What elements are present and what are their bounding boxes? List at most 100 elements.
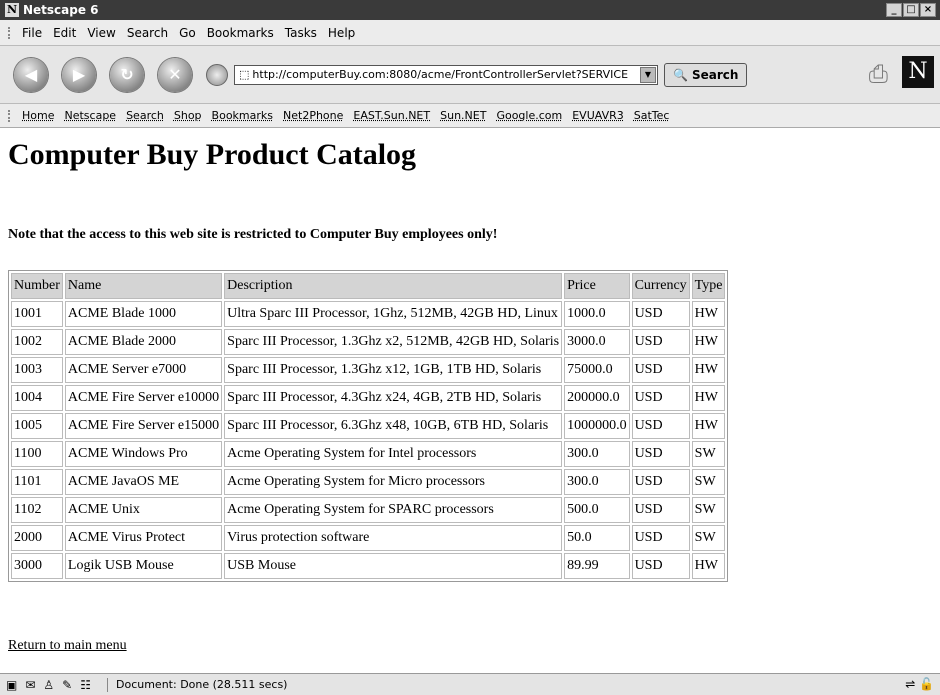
menu-bookmarks[interactable]: Bookmarks	[207, 26, 274, 40]
product-table: Number Name Description Price Currency T…	[8, 270, 729, 582]
maximize-button[interactable]: □	[903, 3, 919, 17]
table-row: 1101 ACME JavaOS ME Acme Operating System …	[11, 469, 726, 495]
cell-price: 3000.0	[564, 329, 630, 355]
cell-type: SW	[691, 441, 726, 467]
cell-currency: USD	[631, 357, 690, 383]
search-button-label: Search	[691, 67, 739, 82]
cell-currency: USD	[631, 301, 690, 327]
cell-type: SW	[691, 497, 726, 523]
access-note: Note that the access to this web site is…	[8, 227, 498, 242]
bookmark-search[interactable]: Search	[126, 109, 164, 122]
cell-currency: USD	[631, 441, 690, 467]
cell-price: 1000.0	[564, 301, 630, 327]
cell-number: 1100	[11, 441, 63, 467]
menu-view[interactable]: View	[87, 26, 115, 40]
cell-price: 1000000.0	[564, 413, 630, 439]
url-dropdown-icon[interactable]: ▼	[640, 66, 656, 83]
search-button[interactable]: 🔍 Search	[664, 62, 748, 87]
cell-price: 75000.0	[564, 357, 630, 383]
composer-icon[interactable]: ✎	[62, 678, 72, 692]
history-dropdown-icon[interactable]	[206, 63, 228, 86]
menu-help[interactable]: Help	[328, 26, 355, 40]
cell-name: Logik USB Mouse	[64, 553, 223, 579]
bookmark-net2phone[interactable]: Net2Phone	[283, 109, 343, 122]
menu-tasks[interactable]: Tasks	[285, 26, 317, 40]
cell-type: HW	[691, 329, 726, 355]
header-number: Number	[11, 273, 63, 299]
personal-toolbar: Home Netscape Search Shop Bookmarks Net2…	[0, 104, 940, 128]
table-row: 1001 ACME Blade 1000 Ultra Sparc III Proce…	[11, 301, 726, 327]
cell-number: 1001	[11, 301, 63, 327]
menu-file[interactable]: File	[22, 26, 42, 40]
cell-price: 500.0	[564, 497, 630, 523]
header-name: Name	[64, 273, 223, 299]
return-to-main-menu-link[interactable]: Return to main menu	[8, 638, 127, 654]
bookmark-shop[interactable]: Shop	[174, 109, 202, 122]
toolbar-grip-icon[interactable]	[8, 26, 16, 39]
reload-button[interactable]: ↻	[110, 57, 144, 92]
toolbar-grip-icon[interactable]	[8, 109, 16, 122]
cell-description: Sparc III Processor, 4.3Ghz x24, 4GB, 2T…	[224, 385, 563, 411]
stop-button[interactable]: ✕	[158, 57, 192, 92]
cell-name: ACME Windows Pro	[64, 441, 223, 467]
cell-number: 1102	[11, 497, 63, 523]
cell-currency: USD	[631, 469, 690, 495]
cell-price: 300.0	[564, 441, 630, 467]
close-button[interactable]: ×	[920, 3, 936, 17]
table-row: 1004 ACME Fire Server e10000 Sparc III Pro…	[11, 385, 726, 411]
window-title: Netscape 6	[23, 3, 99, 17]
back-button[interactable]: ◀	[14, 57, 48, 92]
reload-icon: ↻	[120, 65, 134, 84]
cell-name: ACME Server e7000	[64, 357, 223, 383]
cell-currency: USD	[631, 385, 690, 411]
menu-edit[interactable]: Edit	[53, 26, 76, 40]
instant-messenger-icon[interactable]: ♙	[43, 678, 54, 692]
url-field[interactable]: ⬚ http://computerBuy.com:8080/acme/Front…	[234, 64, 658, 85]
table-row: 3000 Logik USB Mouse USB Mouse 89.99 USD HW	[11, 553, 726, 579]
cell-price: 300.0	[564, 469, 630, 495]
cell-description: Sparc III Processor, 6.3Ghz x48, 10GB, 6…	[224, 413, 563, 439]
cell-number: 1003	[11, 357, 63, 383]
cell-number: 2000	[11, 525, 63, 551]
cell-name: ACME JavaOS ME	[64, 469, 223, 495]
cell-currency: USD	[631, 329, 690, 355]
table-row: 1003 ACME Server e7000 Sparc III Processor…	[11, 357, 726, 383]
bookmark-home[interactable]: Home	[22, 109, 54, 122]
address-book-icon[interactable]: ☷	[80, 678, 91, 692]
menu-go[interactable]: Go	[179, 26, 196, 40]
cell-price: 50.0	[564, 525, 630, 551]
cell-description: Virus protection software	[224, 525, 563, 551]
cell-price: 89.99	[564, 553, 630, 579]
menu-search[interactable]: Search	[127, 26, 168, 40]
table-header-row: Number Name Description Price Currency T…	[11, 273, 726, 299]
menu-bar: File Edit View Search Go Bookmarks Tasks…	[0, 20, 940, 46]
cell-number: 1005	[11, 413, 63, 439]
print-icon[interactable]: ⎙	[869, 60, 888, 88]
cell-type: HW	[691, 413, 726, 439]
cell-description: Sparc III Processor, 1.3Ghz x12, 1GB, 1T…	[224, 357, 563, 383]
bookmark-google[interactable]: Google.com	[496, 109, 562, 122]
bookmark-sun-net[interactable]: Sun.NET	[440, 109, 486, 122]
cell-number: 1004	[11, 385, 63, 411]
table-row: 1100 ACME Windows Pro Acme Operating Syste…	[11, 441, 726, 467]
cell-description: Acme Operating System for SPARC processo…	[224, 497, 563, 523]
minimize-button[interactable]: _	[886, 3, 902, 17]
cell-description: Acme Operating System for Intel processo…	[224, 441, 563, 467]
bookmark-evuavr3[interactable]: EVUAVR3	[572, 109, 624, 122]
bookmark-bookmarks[interactable]: Bookmarks	[212, 109, 273, 122]
netscape-throbber-icon[interactable]: N	[902, 56, 934, 88]
status-bar: ▣ ✉ ♙ ✎ ☷ Document: Done (28.511 secs) ⇌…	[0, 673, 940, 695]
cell-name: ACME Unix	[64, 497, 223, 523]
bookmark-netscape[interactable]: Netscape	[64, 109, 116, 122]
navigation-toolbar: ◀ ▶ ↻ ✕ ⬚ http://computerBuy.com:8080/ac…	[0, 46, 940, 104]
cell-currency: USD	[631, 525, 690, 551]
page-title: Computer Buy Product Catalog	[8, 138, 417, 171]
navigator-icon[interactable]: ▣	[6, 678, 17, 692]
bookmark-sattec[interactable]: SatTec	[634, 109, 670, 122]
mail-icon[interactable]: ✉	[25, 678, 35, 692]
cell-description: Ultra Sparc III Processor, 1Ghz, 512MB, …	[224, 301, 563, 327]
window-titlebar: N Netscape 6 _ □ ×	[0, 0, 940, 20]
cell-type: SW	[691, 525, 726, 551]
forward-button[interactable]: ▶	[62, 57, 96, 92]
bookmark-east-sun-net[interactable]: EAST.Sun.NET	[353, 109, 430, 122]
